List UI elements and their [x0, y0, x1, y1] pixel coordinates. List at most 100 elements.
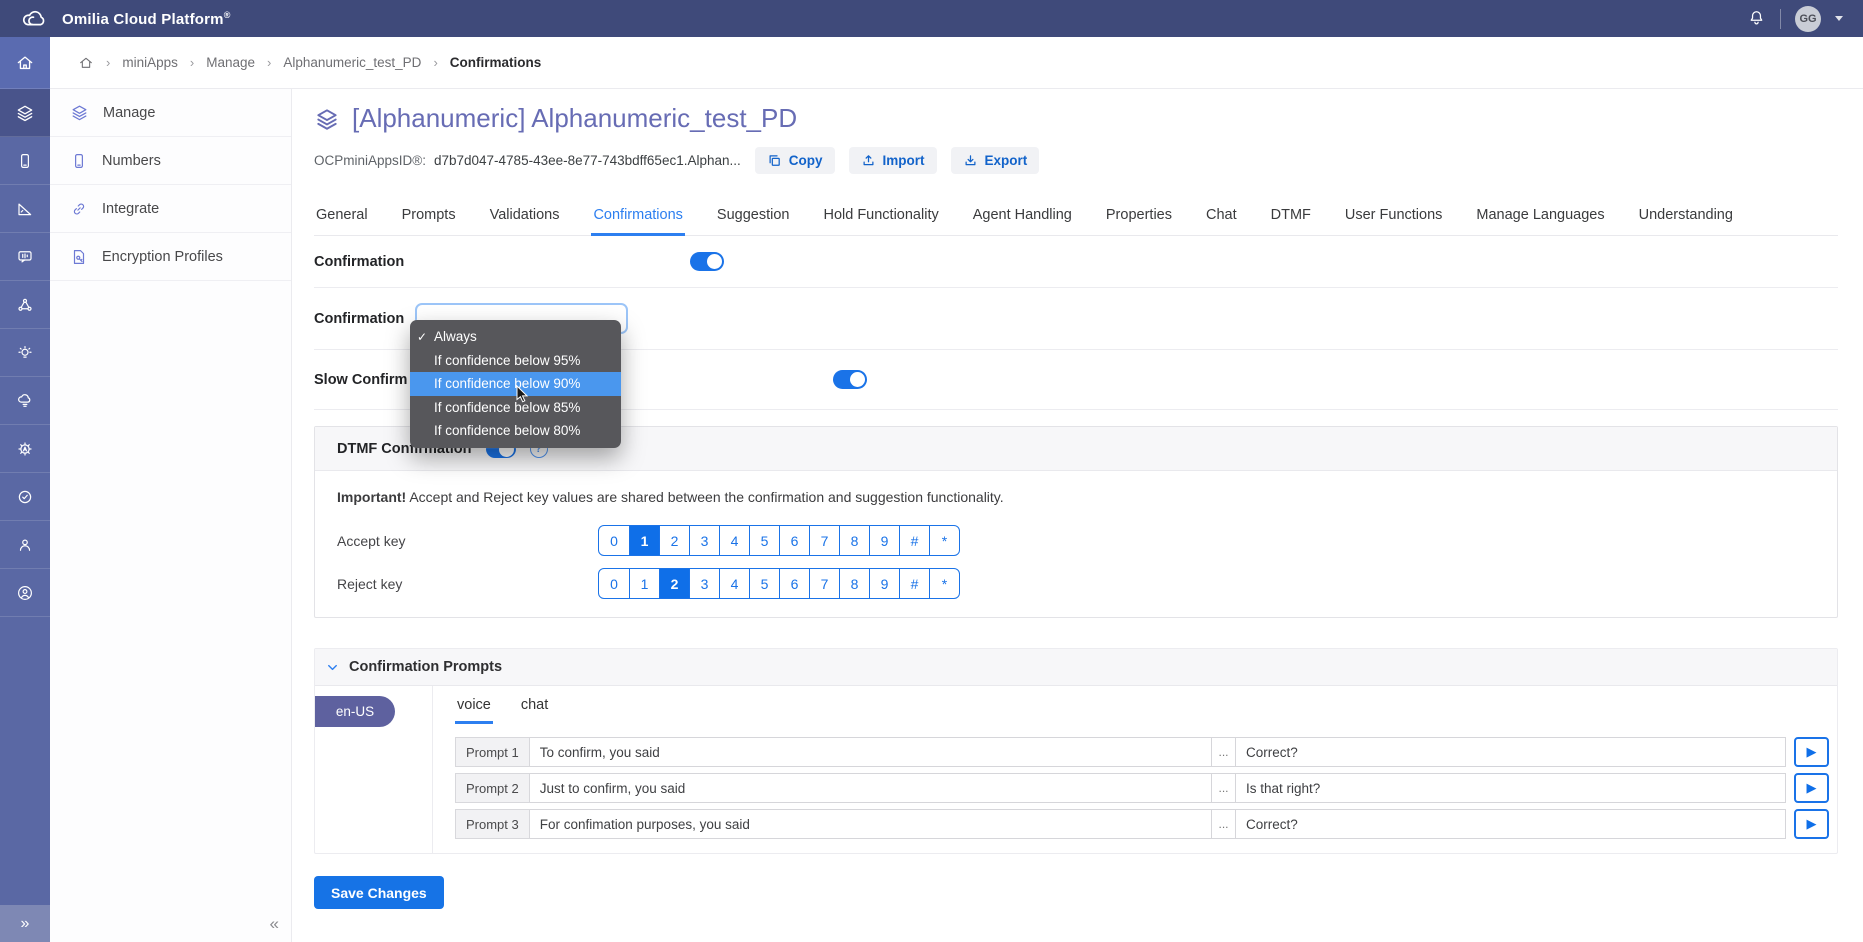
tab-agent-handling[interactable]: Agent Handling	[971, 198, 1074, 236]
reject-key-star[interactable]: *	[929, 569, 959, 598]
rail-voice-chat-icon[interactable]	[0, 233, 50, 281]
prompt-2-suffix-input[interactable]	[1236, 773, 1786, 803]
tab-bar: General Prompts Validations Confirmation…	[314, 198, 1838, 236]
rail-users-icon[interactable]	[0, 521, 50, 569]
accept-key-3[interactable]: 3	[689, 526, 719, 555]
tab-properties[interactable]: Properties	[1104, 198, 1174, 236]
dropdown-option-always[interactable]: ✓ Always	[410, 325, 621, 349]
accept-key-hash[interactable]: #	[899, 526, 929, 555]
slow-confirmation-toggle[interactable]	[833, 370, 867, 389]
rail-numbers-icon[interactable]	[0, 137, 50, 185]
tab-user-functions[interactable]: User Functions	[1343, 198, 1445, 236]
tab-voice[interactable]: voice	[455, 686, 493, 724]
save-changes-button[interactable]: Save Changes	[314, 876, 444, 909]
prompt-2-text-input[interactable]	[530, 773, 1212, 803]
reject-key-8[interactable]: 8	[839, 569, 869, 598]
sidebar-item-encryption-profiles[interactable]: Encryption Profiles	[50, 233, 291, 281]
rail-tools-icon[interactable]	[0, 185, 50, 233]
copy-button[interactable]: Copy	[755, 147, 835, 174]
main-content: [Alphanumeric] Alphanumeric_test_PD OCPm…	[292, 89, 1863, 942]
play-icon[interactable]: ▶	[1794, 773, 1829, 803]
tab-chat[interactable]: chat	[519, 686, 550, 724]
prompt-3-text-input[interactable]	[530, 809, 1212, 839]
confirmation-toggle[interactable]	[690, 252, 724, 271]
breadcrumb-app-name[interactable]: Alphanumeric_test_PD	[283, 55, 421, 70]
accept-key-star[interactable]: *	[929, 526, 959, 555]
accept-key-2[interactable]: 2	[659, 526, 689, 555]
rail-cloud-services-icon[interactable]	[0, 377, 50, 425]
accept-key-8[interactable]: 8	[839, 526, 869, 555]
reject-key-hash[interactable]: #	[899, 569, 929, 598]
tab-chat[interactable]: Chat	[1204, 198, 1239, 236]
dtmf-note: Important! Accept and Reject key values …	[337, 489, 1815, 505]
prompt-3-label: Prompt 3	[455, 809, 530, 839]
play-icon[interactable]: ▶	[1794, 809, 1829, 839]
sidebar-item-numbers[interactable]: Numbers	[50, 137, 291, 185]
accept-key-4[interactable]: 4	[719, 526, 749, 555]
prompt-1-text-input[interactable]	[530, 737, 1212, 767]
sidebar-item-manage[interactable]: Manage	[50, 89, 291, 137]
breadcrumb-manage[interactable]: Manage	[206, 55, 255, 70]
language-pill-en-us[interactable]: en-US	[315, 696, 395, 727]
rail-orchestrator-icon[interactable]	[0, 281, 50, 329]
accept-key-1[interactable]: 1	[629, 526, 659, 555]
tab-dtmf[interactable]: DTMF	[1269, 198, 1313, 236]
tab-hold-functionality[interactable]: Hold Functionality	[821, 198, 940, 236]
reject-key-9[interactable]: 9	[869, 569, 899, 598]
breadcrumb-separator: ›	[106, 55, 110, 70]
tab-manage-languages[interactable]: Manage Languages	[1474, 198, 1606, 236]
rail-home-icon[interactable]	[0, 37, 50, 89]
prompt-1-more-button[interactable]: ...	[1212, 737, 1236, 767]
reject-key-6[interactable]: 6	[779, 569, 809, 598]
rail-admin-settings-icon[interactable]	[0, 425, 50, 473]
tab-prompts[interactable]: Prompts	[400, 198, 458, 236]
accept-key-5[interactable]: 5	[749, 526, 779, 555]
play-icon[interactable]: ▶	[1794, 737, 1829, 767]
breadcrumb-separator: ›	[433, 55, 437, 70]
reject-key-7[interactable]: 7	[809, 569, 839, 598]
rail-expand-button[interactable]: »	[0, 905, 50, 942]
breadcrumb-miniapps[interactable]: miniApps	[122, 55, 178, 70]
sidebar-collapse-button[interactable]: «	[270, 914, 279, 934]
reject-key-1[interactable]: 1	[629, 569, 659, 598]
rail-miniapps-icon[interactable]	[0, 89, 50, 137]
dropdown-option-below-95[interactable]: If confidence below 95%	[410, 349, 621, 373]
prompt-2-more-button[interactable]: ...	[1212, 773, 1236, 803]
accept-key-6[interactable]: 6	[779, 526, 809, 555]
sidebar-item-label: Encryption Profiles	[102, 249, 223, 265]
prompt-1-suffix-input[interactable]	[1236, 737, 1786, 767]
tab-confirmations[interactable]: Confirmations	[591, 198, 684, 236]
topbar: Omilia Cloud Platform® GG	[0, 0, 1863, 37]
rail-insights-icon[interactable]	[0, 329, 50, 377]
dropdown-option-below-90[interactable]: If confidence below 90%	[410, 372, 621, 396]
prompt-3-suffix-input[interactable]	[1236, 809, 1786, 839]
prompt-3-more-button[interactable]: ...	[1212, 809, 1236, 839]
reject-key-5[interactable]: 5	[749, 569, 779, 598]
reject-key-2[interactable]: 2	[659, 569, 689, 598]
import-button[interactable]: Import	[849, 147, 937, 174]
accept-keypad: 0 1 2 3 4 5 6 7 8 9 # *	[598, 525, 960, 556]
sidebar-item-integrate[interactable]: Integrate	[50, 185, 291, 233]
bell-icon[interactable]	[1747, 9, 1766, 28]
chevron-down-icon[interactable]	[325, 660, 340, 675]
reject-key-0[interactable]: 0	[599, 569, 629, 598]
tab-validations[interactable]: Validations	[488, 198, 562, 236]
tab-general[interactable]: General	[314, 198, 370, 236]
accept-key-9[interactable]: 9	[869, 526, 899, 555]
breadcrumb-home-icon[interactable]	[78, 55, 94, 71]
avatar[interactable]: GG	[1795, 6, 1821, 32]
rail-account-icon[interactable]	[0, 569, 50, 617]
tab-understanding[interactable]: Understanding	[1637, 198, 1735, 236]
sidebar-item-label: Numbers	[102, 153, 161, 169]
rail-quality-icon[interactable]	[0, 473, 50, 521]
avatar-caret-icon[interactable]	[1835, 16, 1843, 21]
reject-key-3[interactable]: 3	[689, 569, 719, 598]
dropdown-option-below-85[interactable]: If confidence below 85%	[410, 396, 621, 420]
reject-key-4[interactable]: 4	[719, 569, 749, 598]
tab-suggestion[interactable]: Suggestion	[715, 198, 792, 236]
dropdown-option-below-80[interactable]: If confidence below 80%	[410, 419, 621, 443]
prompt-2-label: Prompt 2	[455, 773, 530, 803]
export-button[interactable]: Export	[951, 147, 1040, 174]
accept-key-7[interactable]: 7	[809, 526, 839, 555]
accept-key-0[interactable]: 0	[599, 526, 629, 555]
